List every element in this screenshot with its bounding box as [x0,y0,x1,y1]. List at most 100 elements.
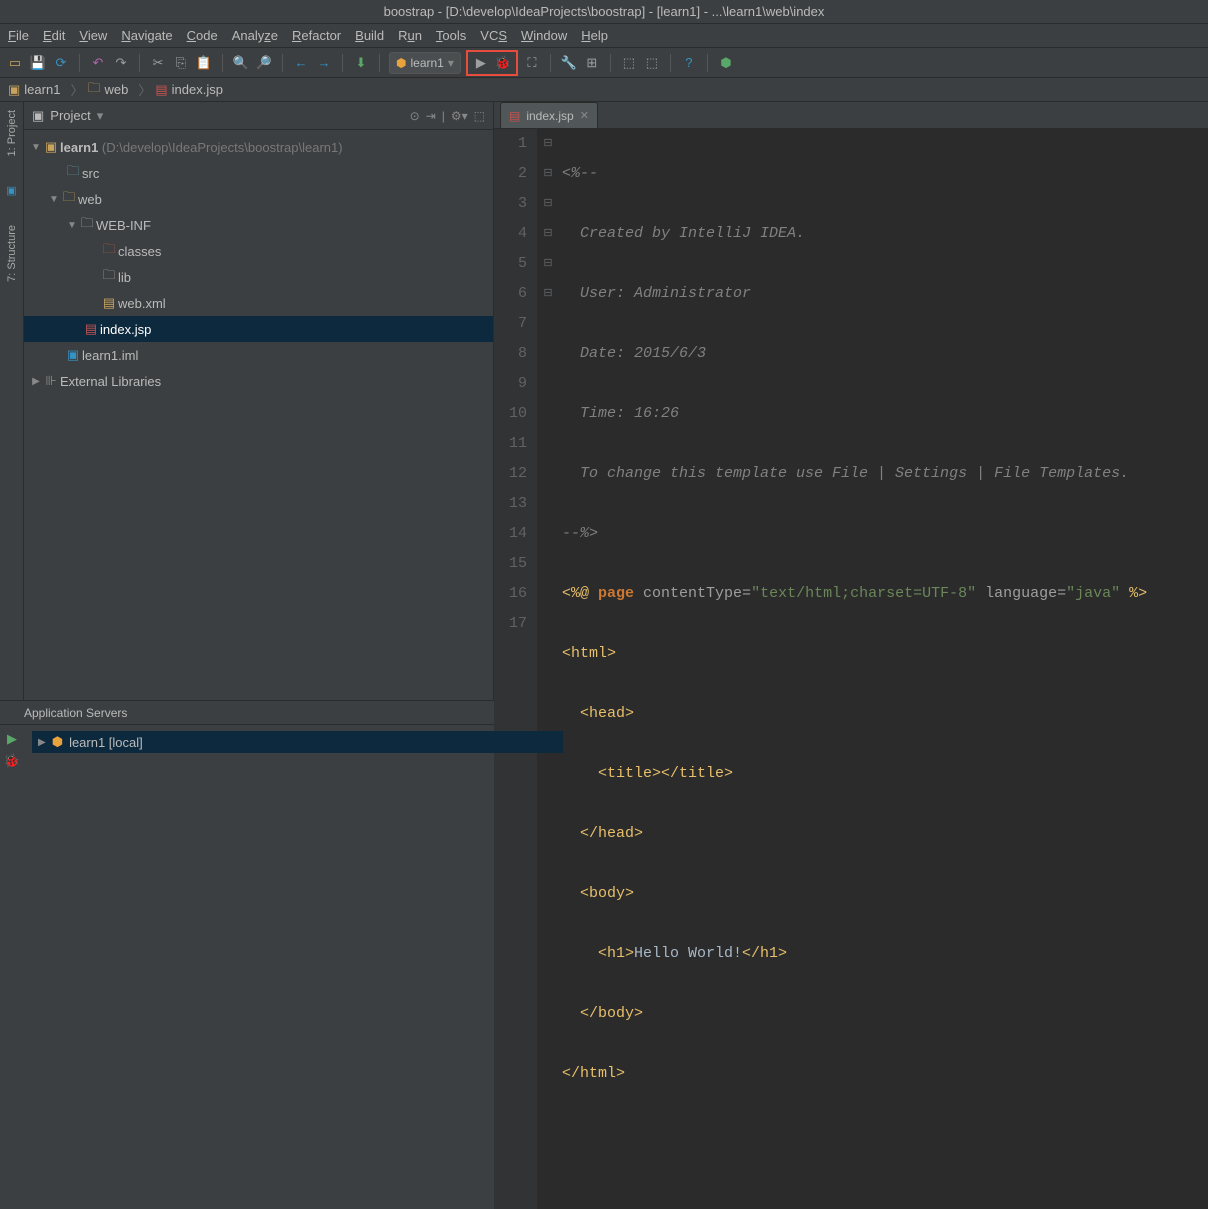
run-configuration-selector[interactable]: ⬢ learn1 ▾ [389,52,461,74]
close-icon[interactable]: ✕ [580,109,589,122]
tab-structure[interactable]: 7: Structure [6,221,18,286]
jrebel-icon[interactable]: ⬢ [717,54,735,72]
tree-root[interactable]: ▼ ▣ learn1 (D:\develop\IdeaProjects\boos… [24,134,493,160]
arrow-icon[interactable]: ▼ [30,142,42,153]
debug-icon[interactable]: 🐞 [494,54,512,72]
copy-icon[interactable]: ⎘ [172,54,190,72]
gear-icon[interactable]: ⚙▾ [451,109,468,123]
project-icon: ▣ [6,184,16,197]
separator [610,54,611,72]
breadcrumb-indexjsp[interactable]: ▤index.jsp [155,82,229,98]
project-view-icon: ▣ [32,108,44,124]
tree-iml[interactable]: ▣ learn1.iml [24,342,493,368]
breadcrumb-learn1[interactable]: ▣learn1 [8,82,66,98]
paste-icon[interactable]: 📋 [195,54,213,72]
tree-classes[interactable]: 🗀 classes [24,238,493,264]
collapse-icon[interactable]: ⇥ [426,109,436,123]
separator [79,54,80,72]
coverage-icon[interactable]: ⛶ [523,54,541,72]
fold-column[interactable]: ⊟⊟⊟⊟⊟⊟ [538,129,558,1209]
hide-icon[interactable]: ⬚ [474,109,485,123]
arrow-icon[interactable]: ▶ [30,376,42,387]
tree-extlib[interactable]: ▶ ⊪ External Libraries [24,368,493,394]
app-servers-content: ▶ ⬢ learn1 [local] [24,725,1208,789]
menu-tools[interactable]: Tools [436,28,466,43]
menu-edit[interactable]: Edit [43,28,65,43]
tree-web[interactable]: ▼ 🗀 web [24,186,493,212]
main-menu: File Edit View Navigate Code Analyze Ref… [0,24,1208,48]
arrow-icon[interactable]: ▶ [38,737,46,748]
chevron-right-icon: 〉 [70,80,83,99]
chevron-right-icon: 〉 [138,80,151,99]
settings-icon[interactable]: 🔧 [560,54,578,72]
breadcrumb-bar: ▣learn1 〉 🗀web 〉 ▤index.jsp [0,78,1208,102]
menu-refactor[interactable]: Refactor [292,28,341,43]
server-item[interactable]: ▶ ⬢ learn1 [local] [32,731,563,753]
save-icon[interactable]: 💾 [29,54,47,72]
folder-icon: 🗀 [100,240,118,262]
menu-file[interactable]: File [8,28,29,43]
separator [139,54,140,72]
run-icon[interactable]: ▶ [7,731,17,747]
menu-navigate[interactable]: Navigate [121,28,172,43]
server-label: learn1 [local] [69,735,143,750]
redo-icon[interactable]: ↷ [112,54,130,72]
tree-lib[interactable]: 🗀 lib [24,264,493,290]
menu-view[interactable]: View [79,28,107,43]
breadcrumb-web[interactable]: 🗀web [87,79,134,101]
folder-icon: 🗀 [100,266,118,288]
libraries-icon: ⊪ [42,373,60,389]
project-tool-window: ▣ Project ▾ ⊙ ⇥ | ⚙▾ ⬚ ▼ ▣ learn1 (D:\de… [24,102,494,700]
editor-tabs: ▤ index.jsp ✕ [494,102,1208,129]
undo-icon[interactable]: ↶ [89,54,107,72]
menu-run[interactable]: Run [398,28,422,43]
separator [707,54,708,72]
code-content[interactable]: <%-- Created by IntelliJ IDEA. User: Adm… [558,129,1208,1209]
locate-icon[interactable]: ⊙ [410,109,420,123]
tomcat-icon: ⬢ [52,734,63,750]
menu-help[interactable]: Help [581,28,608,43]
chevron-down-icon[interactable]: ▾ [97,108,104,124]
project-tree[interactable]: ▼ ▣ learn1 (D:\develop\IdeaProjects\boos… [24,130,493,700]
make-icon[interactable]: ⬇ [352,54,370,72]
refresh-icon[interactable]: ⟳ [52,54,70,72]
tree-webinf[interactable]: ▼ 🗀 WEB-INF [24,212,493,238]
replace-icon[interactable]: 🔎 [255,54,273,72]
android-icon[interactable]: ⬚ [643,54,661,72]
separator [670,54,671,72]
project-header: ▣ Project ▾ ⊙ ⇥ | ⚙▾ ⬚ [24,102,493,130]
menu-vcs[interactable]: VCS [480,28,507,43]
tab-project[interactable]: 1: Project [6,106,18,160]
forward-icon[interactable]: → [315,54,333,72]
debug-icon[interactable]: 🐞 [4,753,20,769]
main-toolbar: ▭ 💾 ⟳ ↶ ↷ ✂ ⎘ 📋 🔍 🔎 ← → ⬇ ⬢ learn1 ▾ ▶ 🐞… [0,48,1208,78]
tree-src[interactable]: 🗀 src [24,160,493,186]
tree-indexjsp[interactable]: ▤ index.jsp [24,316,493,342]
help-icon[interactable]: ? [680,54,698,72]
open-icon[interactable]: ▭ [6,54,24,72]
menu-build[interactable]: Build [355,28,384,43]
divider-icon: | [442,109,445,123]
back-icon[interactable]: ← [292,54,310,72]
structure-icon[interactable]: ⊞ [583,54,601,72]
menu-window[interactable]: Window [521,28,567,43]
run-icon[interactable]: ▶ [472,54,490,72]
tree-webxml[interactable]: ▤ web.xml [24,290,493,316]
separator [222,54,223,72]
editor-tab-indexjsp[interactable]: ▤ index.jsp ✕ [500,102,598,128]
cut-icon[interactable]: ✂ [149,54,167,72]
folder-icon: 🗀 [87,79,100,101]
bottom-sidebar: ▶ 🐞 [0,725,24,789]
find-icon[interactable]: 🔍 [232,54,250,72]
code-editor[interactable]: 1234567891011121314151617 ⊟⊟⊟⊟⊟⊟ <%-- Cr… [494,129,1208,1209]
chevron-down-icon: ▾ [448,56,454,70]
arrow-icon[interactable]: ▼ [48,194,60,205]
arrow-icon[interactable]: ▼ [66,220,78,231]
module-icon: ▣ [8,82,20,98]
xml-icon: ▤ [100,295,118,311]
left-gutter: 1: Project ▣ 7: Structure [0,102,24,700]
separator [550,54,551,72]
menu-analyze[interactable]: Analyze [232,28,278,43]
sdk-icon[interactable]: ⬚ [620,54,638,72]
menu-code[interactable]: Code [187,28,218,43]
